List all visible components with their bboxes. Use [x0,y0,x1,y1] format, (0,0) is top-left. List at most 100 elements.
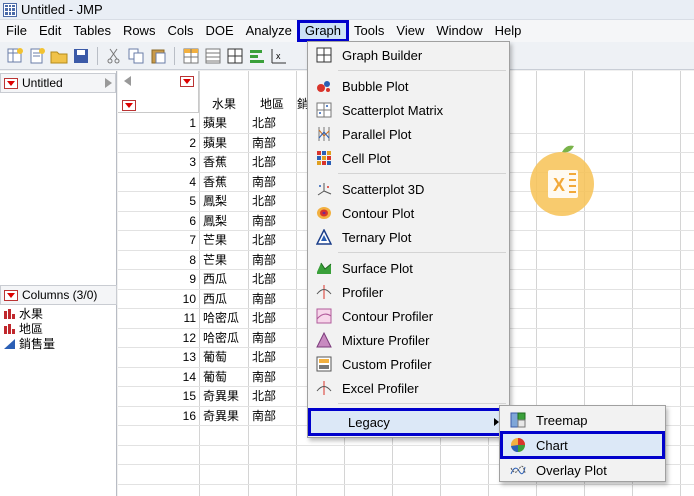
table-cell[interactable]: 南部 [249,368,276,386]
collapse-arrow-icon[interactable] [105,78,112,88]
row-number[interactable]: 1 [118,114,196,132]
menu-cols[interactable]: Cols [161,21,199,41]
menu-item-surface-plot[interactable]: Surface Plot [308,257,509,279]
row-number[interactable]: 13 [118,348,196,366]
row-number[interactable]: 8 [118,251,196,269]
red-triangle-menu-icon[interactable] [180,76,194,87]
table-cell[interactable]: 北部 [249,348,276,366]
menu-view[interactable]: View [390,21,430,41]
menu-item-contour-plot[interactable]: Contour Plot [308,202,509,224]
row-number[interactable]: 5 [118,192,196,210]
row-number[interactable]: 14 [118,368,196,386]
table-cell[interactable]: 蘋果 [200,114,227,132]
table-cell[interactable]: 南部 [249,173,276,191]
row-number[interactable]: 4 [118,173,196,191]
table-cell[interactable]: 北部 [249,231,276,249]
menu-analyze[interactable]: Analyze [240,21,298,41]
table-cell[interactable]: 鳳梨 [200,192,227,210]
menu-item-scatterplot-matrix[interactable]: Scatterplot Matrix [308,99,509,121]
formula-icon[interactable]: x [270,47,288,65]
menu-item-overlay-plot[interactable]: Overlay Plot [500,459,665,481]
menu-item-mixture-profiler[interactable]: Mixture Profiler [308,329,509,351]
table-cell[interactable]: 芒果 [200,231,227,249]
row-number[interactable]: 2 [118,134,196,152]
menu-window[interactable]: Window [430,21,488,41]
table-cell[interactable]: 蘋果 [200,134,227,152]
menu-item-cell-plot[interactable]: Cell Plot [308,147,509,169]
menu-item-profiler[interactable]: Profiler [308,281,509,303]
menu-tools[interactable]: Tools [348,21,390,41]
table-cell[interactable]: 葡萄 [200,368,227,386]
menu-item-chart[interactable]: Chart [500,431,665,459]
new-table-icon[interactable] [6,47,24,65]
row-number[interactable]: 10 [118,290,196,308]
row-number[interactable]: 3 [118,153,196,171]
table-cell[interactable]: 哈密瓜 [200,309,239,327]
menu-item-bubble-plot[interactable]: Bubble Plot [308,75,509,97]
table-cell[interactable]: 南部 [249,290,276,308]
menu-tables[interactable]: Tables [67,21,117,41]
menu-item-scatterplot-3d[interactable]: Scatterplot 3D [308,178,509,200]
table-cell[interactable]: 南部 [249,251,276,269]
table-cell[interactable]: 芒果 [200,251,227,269]
table-cell[interactable]: 香蕉 [200,153,227,171]
menu-item-custom-profiler[interactable]: Custom Profiler [308,353,509,375]
table-cell[interactable]: 北部 [249,387,276,405]
table-cell[interactable]: 奇異果 [200,407,239,425]
bar-chart-icon[interactable] [248,47,266,65]
menu-edit[interactable]: Edit [33,21,67,41]
menu-doe[interactable]: DOE [199,21,239,41]
cut-icon[interactable] [105,47,123,65]
red-triangle-menu-icon[interactable] [122,100,136,111]
row-number[interactable]: 15 [118,387,196,405]
row-number[interactable]: 11 [118,309,196,327]
menu-graph[interactable]: Graph [296,20,350,42]
row-number[interactable]: 7 [118,231,196,249]
table-cell[interactable]: 南部 [249,134,276,152]
copy-icon[interactable] [127,47,145,65]
row-number[interactable]: 12 [118,329,196,347]
table-cell[interactable]: 北部 [249,114,276,132]
table-cell[interactable]: 南部 [249,407,276,425]
column-item[interactable]: 地區 [0,321,117,336]
column-item[interactable]: 銷售量 [0,336,117,351]
row-number[interactable]: 9 [118,270,196,288]
table-grid-icon[interactable] [204,47,222,65]
table-cell[interactable]: 葡萄 [200,348,227,366]
menu-item-legacy[interactable]: Legacy [308,408,509,436]
table-cell[interactable]: 奇異果 [200,387,239,405]
table-cell[interactable]: 香蕉 [200,173,227,191]
red-triangle-menu-icon[interactable] [4,289,18,301]
column-item[interactable]: 水果 [0,306,117,321]
data-grid-icon[interactable] [182,47,200,65]
column-header[interactable]: 水果 [200,95,248,113]
red-triangle-menu-icon[interactable] [4,77,18,89]
menu-item-contour-profiler[interactable]: Contour Profiler [308,305,509,327]
menu-help[interactable]: Help [489,21,528,41]
table-cell[interactable]: 鳳梨 [200,212,227,230]
table-cell[interactable]: 南部 [249,329,276,347]
grid-layout-icon[interactable] [226,47,244,65]
table-cell[interactable]: 北部 [249,270,276,288]
row-number[interactable]: 6 [118,212,196,230]
new-script-icon[interactable] [28,47,46,65]
paste-icon[interactable] [149,47,167,65]
table-cell[interactable]: 北部 [249,153,276,171]
menu-item-parallel-plot[interactable]: Parallel Plot [308,123,509,145]
menu-item-graph-builder[interactable]: Graph Builder [308,44,509,66]
save-icon[interactable] [72,47,90,65]
table-cell[interactable]: 西瓜 [200,270,227,288]
column-header[interactable]: 地區 [248,95,296,113]
menu-item-ternary-plot[interactable]: Ternary Plot [308,226,509,248]
table-cell[interactable]: 哈密瓜 [200,329,239,347]
menu-rows[interactable]: Rows [117,21,162,41]
table-cell[interactable]: 北部 [249,309,276,327]
menu-file[interactable]: File [0,21,33,41]
table-cell[interactable]: 北部 [249,192,276,210]
table-cell[interactable]: 西瓜 [200,290,227,308]
menu-item-treemap[interactable]: Treemap [500,409,665,431]
collapse-left-icon[interactable] [124,76,131,86]
row-number[interactable]: 16 [118,407,196,425]
open-folder-icon[interactable] [50,47,68,65]
menu-item-excel-profiler[interactable]: Excel Profiler [308,377,509,399]
